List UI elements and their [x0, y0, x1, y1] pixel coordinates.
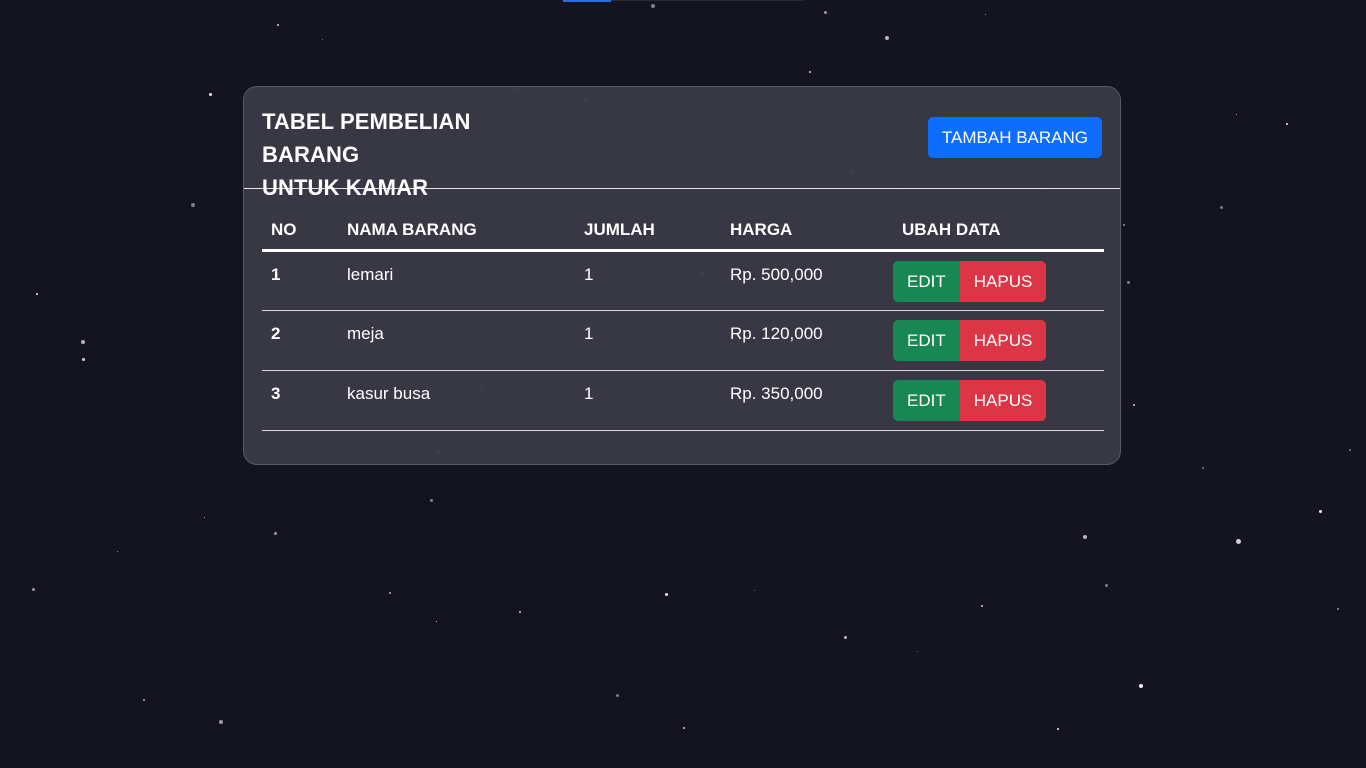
star-dot — [116, 550, 118, 552]
star-dot — [823, 10, 827, 14]
edit-button[interactable]: EDIT — [893, 320, 960, 361]
star-dot — [843, 635, 847, 639]
star-dot — [1235, 113, 1237, 115]
star-dot — [1123, 224, 1125, 226]
star-dot — [1286, 123, 1288, 125]
star-dot — [1126, 280, 1130, 284]
star-dot — [1219, 205, 1223, 209]
star-dot — [1318, 509, 1322, 513]
star-dot — [1133, 404, 1135, 406]
star-dot — [143, 699, 145, 701]
row-no: 2 — [262, 310, 338, 371]
star-dot — [809, 71, 811, 73]
table-row: 2 meja 1 Rp. 120,000 EDIT HAPUS — [262, 310, 1104, 371]
row-quantity: 1 — [575, 370, 721, 431]
header-quantity: JUMLAH — [575, 211, 721, 252]
star-dot — [984, 13, 986, 15]
delete-button[interactable]: HAPUS — [959, 380, 1047, 421]
star-dot — [191, 203, 195, 207]
star-dot — [519, 611, 521, 613]
star-dot — [219, 720, 223, 724]
row-actions: EDIT HAPUS — [893, 370, 1104, 431]
star-dot — [203, 516, 205, 518]
edit-button[interactable]: EDIT — [893, 380, 960, 421]
row-no: 3 — [262, 370, 338, 431]
card-header: TABEL PEMBELIAN BARANG UNTUK KAMAR TAMBA… — [244, 87, 1120, 200]
purchase-card: TABEL PEMBELIAN BARANG UNTUK KAMAR TAMBA… — [243, 86, 1121, 465]
star-dot — [435, 620, 437, 622]
row-price: Rp. 350,000 — [721, 370, 893, 431]
purchase-table: NO NAMA BARANG JUMLAH HARGA UBAH DATA 1 … — [262, 211, 1104, 431]
star-dot — [1104, 583, 1108, 587]
star-dot — [273, 531, 277, 535]
header-price: HARGA — [721, 211, 893, 252]
row-quantity: 1 — [575, 310, 721, 371]
star-dot — [1083, 535, 1087, 539]
star-dot — [683, 727, 685, 729]
row-quantity: 1 — [575, 250, 721, 311]
star-dot — [753, 589, 755, 591]
star-dot — [389, 592, 391, 594]
row-actions: EDIT HAPUS — [893, 250, 1104, 311]
star-dot — [36, 293, 38, 295]
action-button-group: EDIT HAPUS — [893, 320, 1047, 361]
star-dot — [615, 693, 619, 697]
table-row: 1 lemari 1 Rp. 500,000 EDIT HAPUS — [262, 250, 1104, 311]
row-no: 1 — [262, 250, 338, 311]
table-row: 3 kasur busa 1 Rp. 350,000 EDIT HAPUS — [262, 370, 1104, 431]
star-dot — [208, 92, 212, 96]
delete-button[interactable]: HAPUS — [959, 320, 1047, 361]
page-title-line2: UNTUK KAMAR — [262, 175, 429, 200]
row-name: meja — [338, 310, 575, 371]
row-price: Rp. 120,000 — [721, 310, 893, 371]
star-dot — [651, 4, 655, 8]
row-name: kasur busa — [338, 370, 575, 431]
star-dot — [664, 592, 668, 596]
star-dot — [81, 357, 85, 361]
edit-button[interactable]: EDIT — [893, 261, 960, 302]
header-no: NO — [262, 211, 338, 252]
delete-button[interactable]: HAPUS — [959, 261, 1047, 302]
star-dot — [981, 605, 983, 607]
star-dot — [1057, 728, 1059, 730]
star-dot — [31, 587, 35, 591]
add-item-button[interactable]: TAMBAH BARANG — [927, 117, 1102, 158]
star-dot — [81, 340, 85, 344]
star-dot — [1235, 538, 1241, 544]
action-button-group: EDIT HAPUS — [893, 261, 1047, 302]
page-background: TABEL PEMBELIAN BARANG UNTUK KAMAR TAMBA… — [0, 0, 1366, 768]
row-price: Rp. 500,000 — [721, 250, 893, 311]
star-dot — [1139, 684, 1143, 688]
star-dot — [277, 24, 279, 26]
star-dot — [321, 38, 323, 40]
top-progress-indicator — [563, 0, 803, 2]
page-title: TABEL PEMBELIAN BARANG UNTUK KAMAR — [262, 105, 562, 204]
table-header-row: NO NAMA BARANG JUMLAH HARGA UBAH DATA — [262, 211, 1104, 252]
header-name: NAMA BARANG — [338, 211, 575, 252]
star-dot — [1349, 449, 1351, 451]
star-dot — [916, 650, 918, 652]
header-actions: UBAH DATA — [893, 211, 1104, 252]
top-progress-active — [563, 0, 611, 2]
row-actions: EDIT HAPUS — [893, 310, 1104, 371]
star-dot — [885, 36, 889, 40]
star-dot — [1202, 467, 1204, 469]
star-dot — [429, 498, 433, 502]
page-title-line1: TABEL PEMBELIAN BARANG — [262, 109, 471, 167]
action-button-group: EDIT HAPUS — [893, 380, 1047, 421]
row-name: lemari — [338, 250, 575, 311]
star-dot — [1337, 608, 1339, 610]
